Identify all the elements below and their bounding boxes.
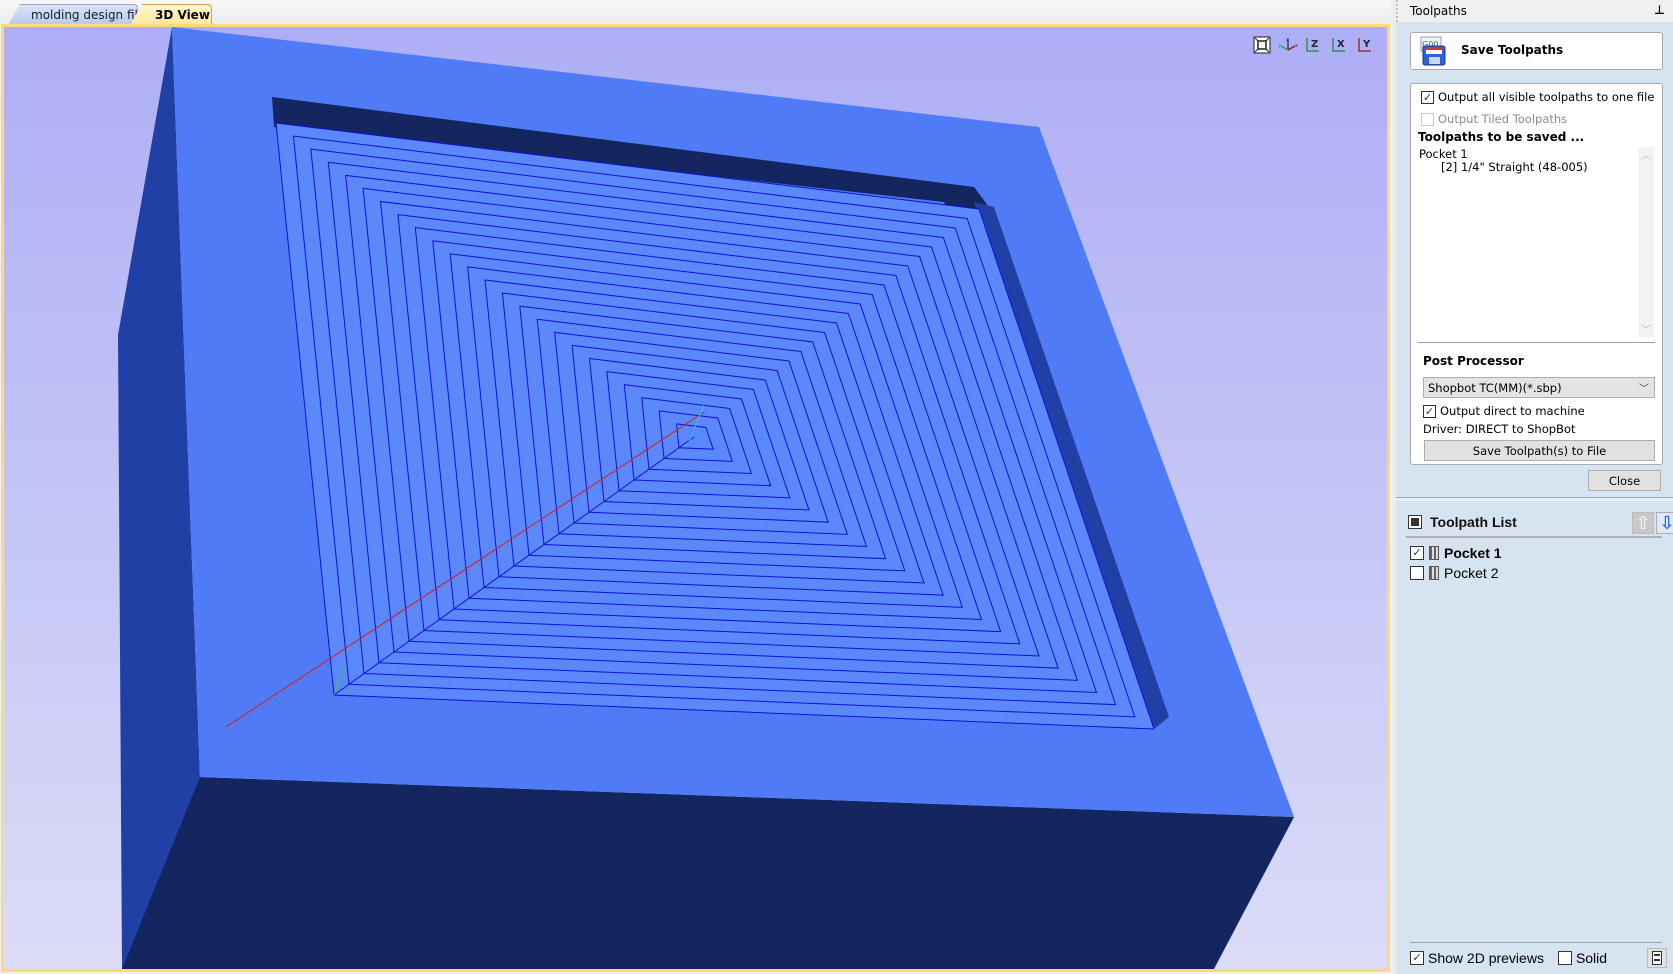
svg-text:y: y xyxy=(1278,43,1281,49)
save-gcode-icon: G00 xyxy=(1420,36,1446,66)
output-direct-checkbox[interactable]: ✓ xyxy=(1423,404,1436,418)
output-tiled-label: Output Tiled Toolpaths xyxy=(1438,112,1568,126)
post-processor-title: Post Processor xyxy=(1423,354,1524,368)
output-all-visible-checkbox[interactable]: ✓ xyxy=(1421,90,1434,104)
show-2d-previews-checkbox[interactable]: ✓ xyxy=(1410,951,1424,965)
list-item: [2] 1/4" Straight (48-005) xyxy=(1441,160,1588,174)
scroll-up-icon[interactable]: ︿ xyxy=(1638,147,1654,163)
panel-title: Toolpaths xyxy=(1410,4,1467,18)
solid-row[interactable]: Solid xyxy=(1557,950,1608,966)
divider xyxy=(1406,536,1662,538)
select-all-toolpaths-icon[interactable] xyxy=(1408,515,1422,529)
save-toolpaths-header: G00 Save Toolpaths xyxy=(1410,32,1663,70)
divider xyxy=(1410,942,1662,943)
move-up-icon[interactable]: ⇧ xyxy=(1632,512,1654,534)
tab-molding-design-file[interactable]: molding design file xyxy=(8,4,138,25)
toolpath-item-pocket-1[interactable]: ✓ Pocket 1 xyxy=(1410,545,1502,561)
output-tiled-row: Output Tiled Toolpaths xyxy=(1421,112,1567,126)
iso-view-icon[interactable]: zy x xyxy=(1277,35,1299,55)
driver-text: Driver: DIRECT to ShopBot xyxy=(1423,422,1576,436)
output-all-visible-row[interactable]: ✓ Output all visible toolpaths to one fi… xyxy=(1421,90,1654,104)
toolpaths-to-be-saved-list[interactable]: Pocket 1 [2] 1/4" Straight (48-005) ︿ ﹀ xyxy=(1417,147,1654,337)
output-tiled-checkbox xyxy=(1421,112,1434,126)
toolpath-item-label: Pocket 1 xyxy=(1444,545,1502,561)
toolpath-list-footer: ✓ Show 2D previews Solid xyxy=(1410,948,1667,968)
svg-text:z: z xyxy=(1286,37,1289,43)
3d-scene xyxy=(118,27,1294,969)
panel-header: Toolpaths ⊥ xyxy=(1396,0,1673,22)
svg-text:x: x xyxy=(1295,43,1298,49)
solid-label: Solid xyxy=(1575,950,1608,966)
panel-divider xyxy=(1396,497,1673,501)
output-direct-row[interactable]: ✓ Output direct to machine xyxy=(1423,404,1585,418)
show-2d-previews-label: Show 2D previews xyxy=(1428,950,1544,966)
toolpath-visible-checkbox[interactable] xyxy=(1410,566,1424,580)
end-mill-icon xyxy=(1429,566,1439,580)
document-tab-bar: molding design file 3D View xyxy=(0,0,1390,25)
pin-icon[interactable]: ⊥ xyxy=(1654,3,1665,17)
output-all-visible-label: Output all visible toolpaths to one file xyxy=(1438,90,1655,104)
output-direct-label: Output direct to machine xyxy=(1440,404,1585,418)
view-z-icon[interactable]: Z xyxy=(1303,35,1325,55)
divider xyxy=(1418,342,1655,343)
post-processor-value: Shopbot TC(MM)(*.sbp) xyxy=(1428,381,1562,395)
3d-view-viewport[interactable]: zy x Z X Y xyxy=(1,24,1390,972)
save-toolpaths-to-file-button[interactable]: Save Toolpath(s) to File xyxy=(1424,440,1655,461)
list-item: Pocket 1 xyxy=(1419,147,1468,161)
zoom-extents-icon[interactable] xyxy=(1251,35,1273,55)
show-2d-previews-row[interactable]: ✓ Show 2D previews xyxy=(1410,950,1544,966)
scroll-down-icon[interactable]: ﹀ xyxy=(1638,321,1654,337)
view-x-icon[interactable]: X xyxy=(1329,35,1351,55)
view-toolbar: zy x Z X Y xyxy=(1251,35,1377,55)
toolpath-item-label: Pocket 2 xyxy=(1444,565,1499,581)
svg-text:Y: Y xyxy=(1362,39,1371,50)
toolpath-list-header: Toolpath List ⇧ ⇩ xyxy=(1408,512,1673,534)
svg-text:X: X xyxy=(1337,39,1345,50)
toolpaths-panel: Toolpaths ⊥ G00 Save Toolpaths ✓ Output … xyxy=(1393,0,1673,974)
save-options-group: ✓ Output all visible toolpaths to one fi… xyxy=(1410,83,1663,465)
panel-layout-icon[interactable] xyxy=(1647,948,1667,968)
view-y-icon[interactable]: Y xyxy=(1355,35,1377,55)
chevron-down-icon: ﹀ xyxy=(1639,384,1649,395)
post-processor-select[interactable]: Shopbot TC(MM)(*.sbp) ﹀ xyxy=(1423,377,1655,398)
tab-3d-view[interactable]: 3D View xyxy=(130,4,212,25)
toolpaths-to-be-saved-title: Toolpaths to be saved ... xyxy=(1418,130,1585,144)
list-scrollbar[interactable]: ︿ ﹀ xyxy=(1638,147,1654,337)
end-mill-icon xyxy=(1429,546,1439,560)
svg-text:Z: Z xyxy=(1311,39,1318,50)
solid-checkbox[interactable] xyxy=(1557,951,1572,965)
app-window: molding design file 3D View zy x Z X Y To… xyxy=(0,0,1673,974)
toolpath-list-title: Toolpath List xyxy=(1430,514,1517,530)
toolpath-item-pocket-2[interactable]: Pocket 2 xyxy=(1410,565,1498,581)
toolpath-visible-checkbox[interactable]: ✓ xyxy=(1410,546,1424,560)
close-button[interactable]: Close xyxy=(1588,470,1661,491)
save-toolpaths-title: Save Toolpaths xyxy=(1461,43,1564,57)
move-down-icon[interactable]: ⇩ xyxy=(1656,512,1673,534)
